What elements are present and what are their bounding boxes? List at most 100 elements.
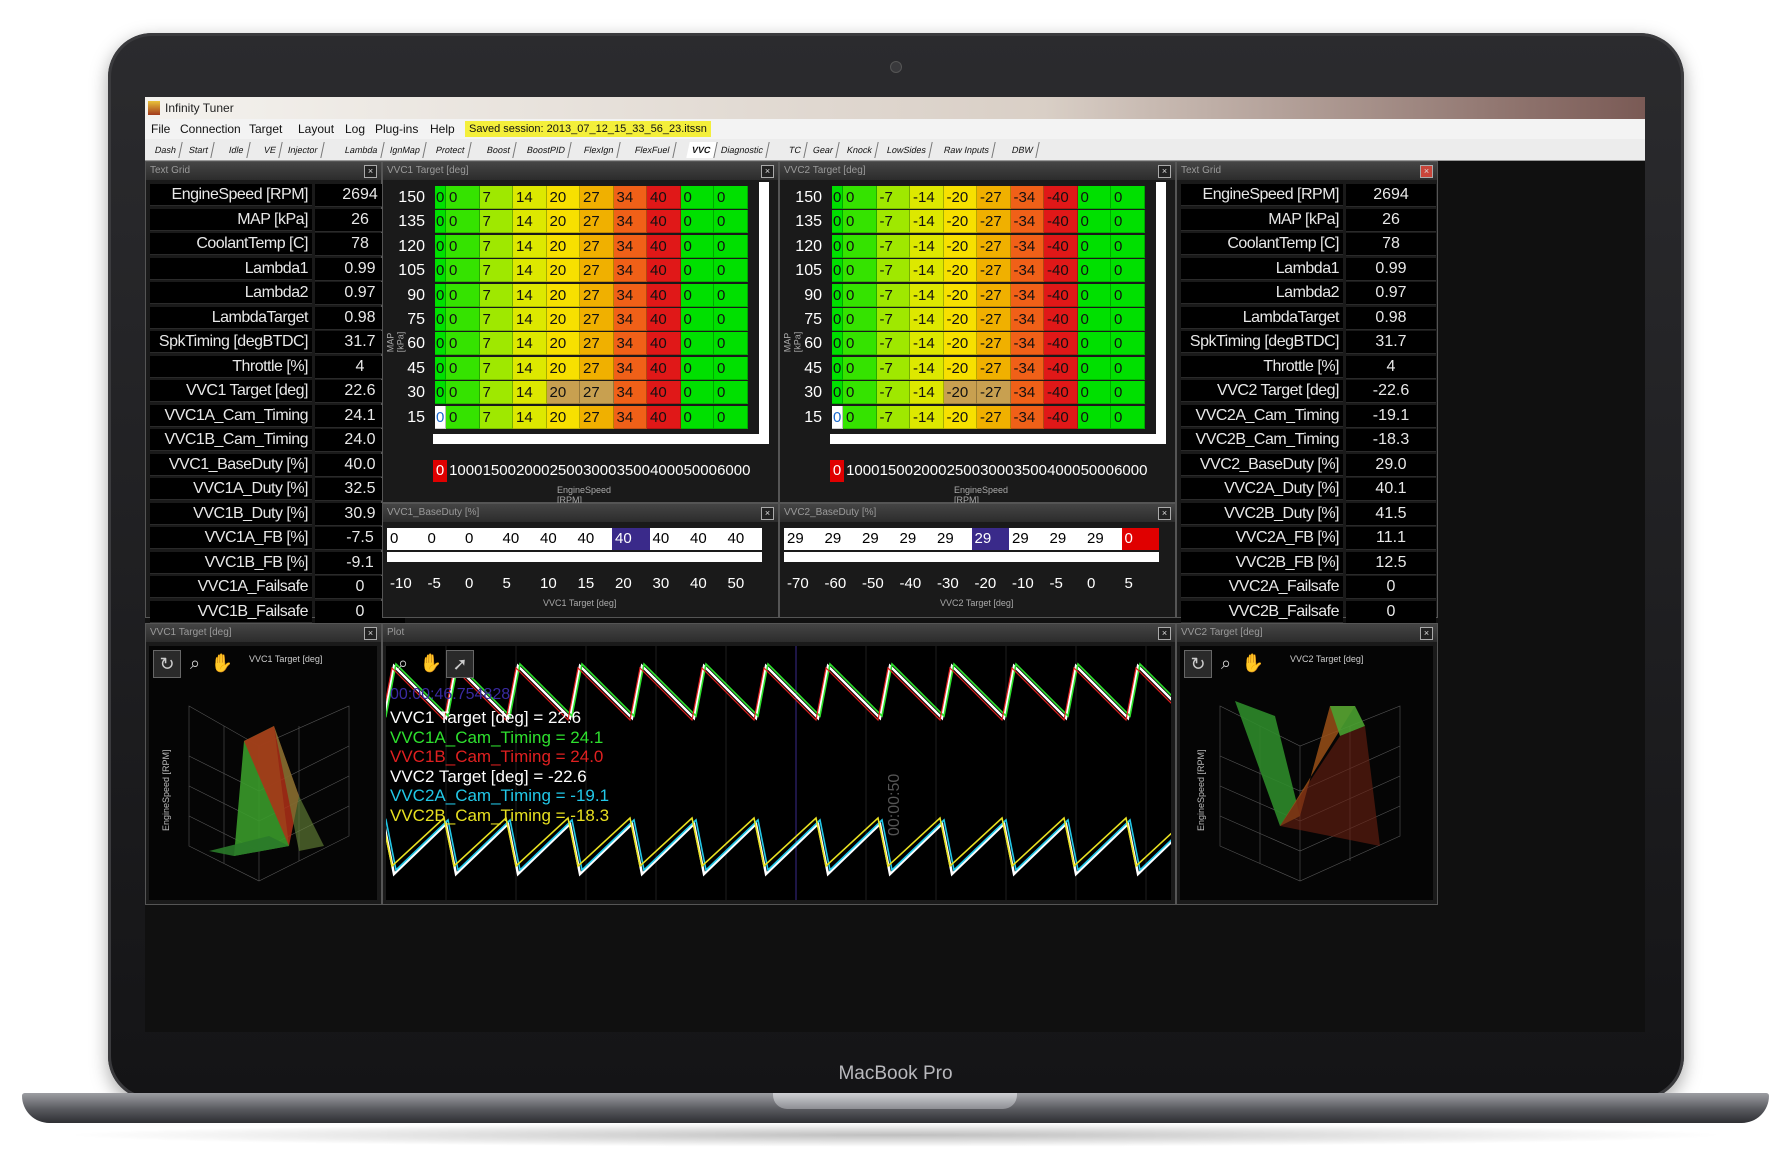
pan-hand-icon[interactable]: ✋ — [418, 650, 444, 676]
map-cell[interactable]: 7 — [479, 308, 513, 331]
map-cell[interactable]: -20 — [943, 283, 977, 307]
map-cell[interactable]: 14 — [513, 332, 547, 356]
map-cell[interactable]: -34 — [1010, 186, 1044, 209]
map-cell[interactable]: 0 — [714, 381, 748, 405]
map-cell[interactable]: -34 — [1010, 234, 1044, 258]
map-cell[interactable]: -34 — [1010, 332, 1044, 356]
map-cell[interactable]: 0 — [446, 234, 480, 258]
map-cell[interactable]: -40 — [1044, 283, 1078, 307]
tab-dbw[interactable]: DBW — [1006, 142, 1040, 158]
map-cell[interactable]: 0 — [714, 332, 748, 356]
map-cell[interactable]: 0 — [832, 356, 843, 380]
text-grid-value[interactable]: 2694 — [1346, 184, 1436, 207]
base-duty-cell[interactable]: 40 — [612, 528, 650, 550]
map-cell[interactable]: -20 — [943, 405, 977, 429]
map-cell[interactable]: 0 — [446, 332, 480, 356]
map-cell[interactable]: 0 — [714, 356, 748, 380]
map-cell[interactable]: -7 — [876, 405, 910, 429]
map-cell[interactable]: -34 — [1010, 259, 1044, 283]
map-cell[interactable]: 0 — [680, 356, 714, 380]
map-cell[interactable]: 0 — [1077, 234, 1111, 258]
map-cell[interactable]: 0 — [1077, 186, 1111, 209]
map-cell[interactable]: 0 — [843, 308, 877, 331]
map-cell[interactable]: 0 — [435, 308, 446, 331]
map-cell[interactable]: 7 — [479, 332, 513, 356]
map-cell[interactable]: -14 — [910, 381, 944, 405]
pointer-icon[interactable]: ➚ — [446, 650, 474, 678]
menu-file[interactable]: File — [151, 122, 170, 136]
map-cell[interactable]: 0 — [714, 210, 748, 234]
map-cell[interactable]: -40 — [1044, 259, 1078, 283]
close-icon[interactable]: × — [1158, 165, 1171, 178]
map-cell[interactable]: 0 — [832, 186, 843, 209]
map-cell[interactable]: -20 — [943, 259, 977, 283]
map-cell[interactable]: 0 — [714, 186, 748, 209]
text-grid-value[interactable]: 41.5 — [1346, 502, 1436, 526]
map-cell[interactable]: 0 — [1111, 234, 1145, 258]
map-cell[interactable]: 0 — [1077, 283, 1111, 307]
text-grid-value[interactable]: -19.1 — [1346, 404, 1436, 428]
map-cell[interactable]: 20 — [546, 381, 580, 405]
map-cell[interactable]: -27 — [977, 381, 1011, 405]
map-cell[interactable]: 0 — [435, 381, 446, 405]
map-cell[interactable]: -14 — [910, 186, 944, 209]
map-cell[interactable]: 14 — [513, 405, 547, 429]
map-cell[interactable]: -40 — [1044, 234, 1078, 258]
map-cell[interactable]: 0 — [832, 308, 843, 331]
text-grid-value[interactable]: 0 — [1346, 576, 1436, 599]
map-cell[interactable]: 0 — [435, 356, 446, 380]
map-cell[interactable]: 0 — [1077, 308, 1111, 331]
base-duty-cell[interactable]: 40 — [575, 528, 613, 550]
base-duty-cell[interactable]: 0 — [425, 528, 463, 550]
close-icon[interactable]: × — [1158, 627, 1171, 640]
text-grid-value[interactable]: 12.5 — [1346, 551, 1436, 575]
map-cell[interactable]: 20 — [546, 283, 580, 307]
map-cell[interactable]: -20 — [943, 332, 977, 356]
map-horizontal-scrollbar[interactable] — [433, 434, 769, 444]
tab-vvc[interactable]: VVC — [686, 142, 718, 158]
map-cell[interactable]: -20 — [943, 234, 977, 258]
map-cell[interactable]: 0 — [446, 259, 480, 283]
map-cell[interactable]: 40 — [647, 332, 681, 356]
tab-diagnostic[interactable]: Diagnostic — [714, 142, 770, 158]
base-duty-cell[interactable]: 0 — [1121, 528, 1159, 550]
map-cell[interactable]: 14 — [513, 234, 547, 258]
map-cell[interactable]: 14 — [513, 381, 547, 405]
base-duty-cell[interactable]: 40 — [650, 528, 688, 550]
close-icon[interactable]: × — [761, 507, 774, 520]
map-cell[interactable]: -14 — [910, 332, 944, 356]
tab-ignmap[interactable]: IgnMap — [384, 142, 427, 158]
map-cell[interactable]: 0 — [843, 356, 877, 380]
map-cell[interactable]: 0 — [680, 234, 714, 258]
map-cell[interactable]: 0 — [843, 381, 877, 405]
map-cell[interactable]: 0 — [1077, 210, 1111, 234]
map-cell[interactable]: -7 — [876, 381, 910, 405]
map-cell[interactable]: -34 — [1010, 210, 1044, 234]
map-cell[interactable]: 0 — [446, 405, 480, 429]
map-cell[interactable]: -27 — [977, 283, 1011, 307]
map-cell[interactable]: 0 — [680, 259, 714, 283]
text-grid-value[interactable]: 0.98 — [1346, 306, 1436, 330]
base-duty-cell[interactable]: 0 — [462, 528, 500, 550]
tab-flexfuel[interactable]: FlexFuel — [629, 142, 677, 158]
map-cell[interactable]: 0 — [843, 259, 877, 283]
menu-log[interactable]: Log — [345, 122, 365, 136]
map-cell[interactable]: 0 — [1111, 283, 1145, 307]
map-cell[interactable]: -27 — [977, 332, 1011, 356]
map-cell[interactable]: 0 — [1111, 308, 1145, 331]
map-cell[interactable]: 0 — [1077, 356, 1111, 380]
map-cell[interactable]: -14 — [910, 283, 944, 307]
text-grid-value[interactable]: 40.1 — [1346, 478, 1436, 501]
map-cell[interactable]: 0 — [435, 405, 446, 429]
map-cell[interactable]: -40 — [1044, 381, 1078, 405]
map-vertical-scrollbar[interactable] — [1156, 182, 1166, 434]
text-grid-value[interactable]: -18.3 — [1346, 429, 1436, 452]
map-cell[interactable]: 0 — [843, 210, 877, 234]
map-cell[interactable]: 0 — [446, 186, 480, 209]
map-cell[interactable]: 27 — [580, 283, 614, 307]
map-cell[interactable]: 0 — [446, 210, 480, 234]
map-cell[interactable]: 34 — [613, 259, 647, 283]
tab-dash[interactable]: Dash — [149, 142, 183, 158]
tab-injector[interactable]: Injector — [282, 142, 325, 158]
map-cell[interactable]: 0 — [832, 234, 843, 258]
